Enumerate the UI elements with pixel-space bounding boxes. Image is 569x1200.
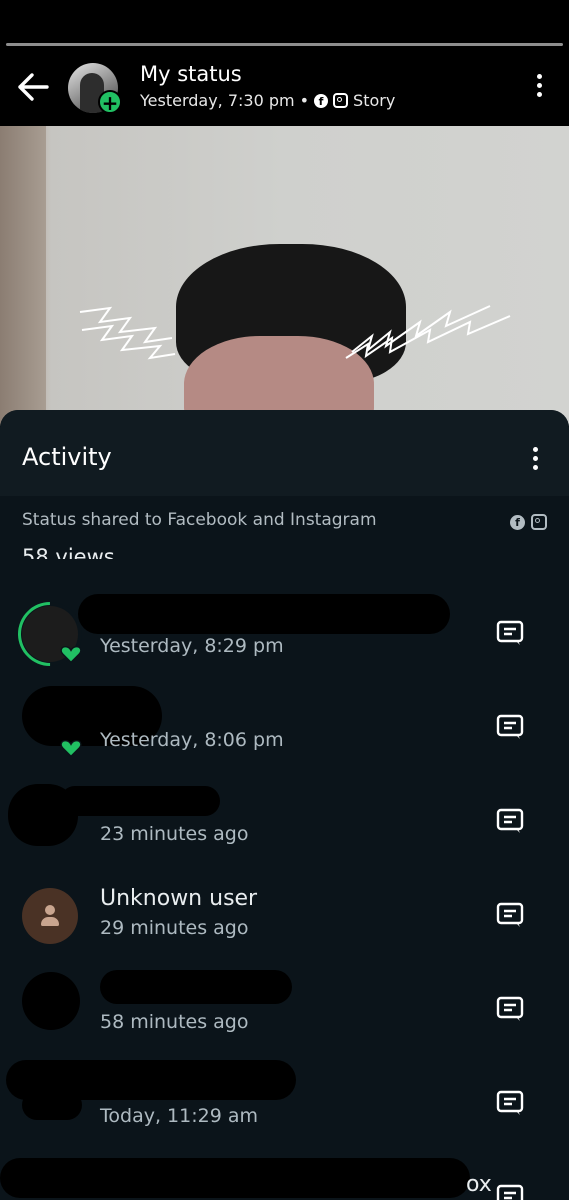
status-meta: Yesterday, 7:30 pm • f Story	[140, 91, 395, 110]
message-icon[interactable]	[496, 714, 524, 740]
redacted-avatar	[22, 1090, 82, 1120]
story-label: Story	[353, 91, 396, 110]
arrow-left-icon	[18, 73, 49, 101]
viewer-row[interactable]: Yesterday, 8:29 pm	[0, 588, 569, 695]
more-vertical-icon[interactable]	[534, 74, 544, 100]
status-time: Yesterday, 7:30 pm	[140, 91, 295, 110]
facebook-icon: f	[510, 514, 525, 530]
viewer-time: 29 minutes ago	[100, 917, 249, 939]
viewer-row[interactable]: Unknown user 29 minutes ago	[0, 882, 569, 977]
page-title: My status	[140, 62, 242, 86]
redacted-name	[0, 1158, 470, 1198]
message-icon[interactable]	[496, 902, 524, 928]
viewer-name: Unknown user	[100, 886, 258, 911]
message-icon[interactable]	[496, 808, 524, 834]
status-image[interactable]	[0, 126, 569, 426]
activity-header: Activity	[0, 410, 569, 496]
viewer-name: ox	[466, 1172, 492, 1197]
viewer-time: Yesterday, 8:06 pm	[100, 729, 284, 751]
views-count: 58 views	[22, 545, 115, 559]
redacted-avatar	[22, 972, 80, 1030]
redacted-name	[78, 594, 450, 634]
instagram-icon	[531, 514, 547, 530]
heart-icon	[60, 739, 82, 758]
viewer-row[interactable]: Yesterday, 8:06 pm	[0, 686, 569, 789]
back-button[interactable]	[16, 72, 50, 102]
viewer-time: Today, 11:29 am	[100, 1105, 258, 1127]
heart-icon	[60, 645, 82, 664]
viewer-row[interactable]: Today, 11:29 am	[0, 1060, 569, 1165]
message-icon[interactable]	[496, 1184, 524, 1200]
viewer-row[interactable]: 23 minutes ago	[0, 784, 569, 883]
viewer-time: 23 minutes ago	[100, 823, 249, 845]
message-icon[interactable]	[496, 620, 524, 646]
viewer-time: Yesterday, 8:29 pm	[100, 635, 284, 657]
facebook-icon: f	[314, 93, 329, 108]
redacted-name	[60, 786, 220, 816]
separator-dot: •	[299, 91, 310, 110]
shared-platforms: f	[510, 514, 547, 530]
message-icon[interactable]	[496, 996, 524, 1022]
activity-sheet: Activity Status shared to Facebook and I…	[0, 410, 569, 1200]
plus-icon[interactable]: +	[98, 90, 122, 115]
status-header: + My status Yesterday, 7:30 pm • f Story	[0, 48, 569, 126]
message-icon[interactable]	[496, 1090, 524, 1116]
shared-info-text: Status shared to Facebook and Instagram	[22, 510, 377, 530]
activity-title: Activity	[22, 443, 112, 471]
viewer-row[interactable]: 58 minutes ago	[0, 970, 569, 1071]
instagram-icon	[333, 93, 349, 108]
doodle-lines	[79, 305, 511, 360]
status-progress-bar	[6, 43, 563, 46]
more-vertical-icon[interactable]	[530, 447, 540, 473]
viewer-row[interactable]: ox	[0, 1158, 569, 1200]
viewer-time: 58 minutes ago	[100, 1011, 249, 1033]
redacted-name	[100, 970, 292, 1004]
person-icon	[22, 888, 78, 944]
